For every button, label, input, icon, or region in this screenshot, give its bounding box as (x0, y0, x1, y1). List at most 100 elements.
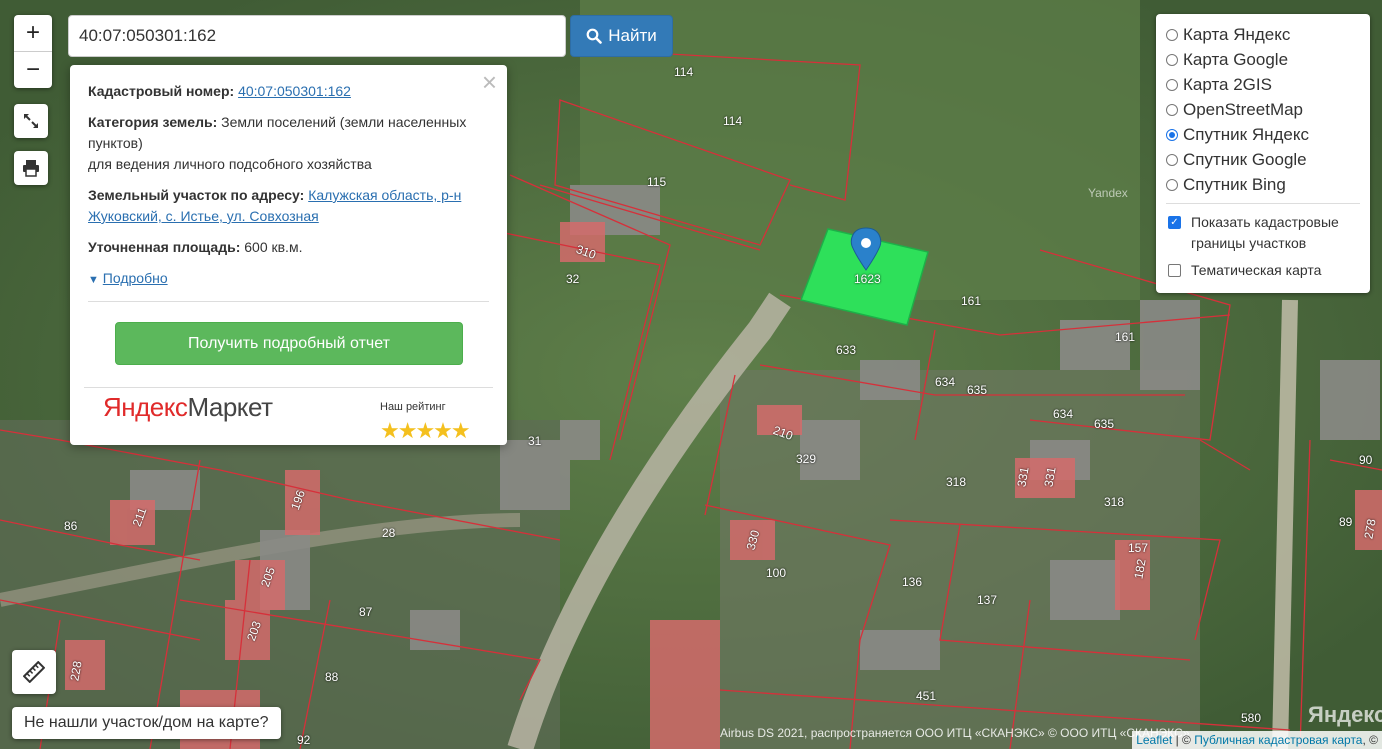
radio-icon[interactable] (1166, 103, 1178, 116)
parcel-label: 89 (1339, 515, 1353, 529)
fullscreen-button[interactable] (14, 104, 48, 138)
base-layer-label: Спутник Google (1183, 149, 1307, 169)
base-layer-option[interactable]: Спутник Google (1166, 147, 1360, 172)
parcel-label: 31 (528, 434, 542, 448)
parcel-label: 115 (647, 175, 667, 189)
parcel-label: 318 (946, 475, 967, 489)
attribution-tail: , © (1362, 733, 1378, 747)
base-layer-option[interactable]: Спутник Bing (1166, 172, 1360, 197)
parcel-label: 161 (1115, 330, 1136, 344)
radio-icon[interactable] (1166, 28, 1178, 41)
details-toggle[interactable]: ▼ Подробно (88, 268, 489, 291)
search-icon (586, 28, 603, 44)
parcel-label: 318 (1104, 495, 1125, 509)
attribution: Leaflet | © Публичная кадастровая карта,… (1132, 731, 1382, 749)
base-layer-option[interactable]: Карта Google (1166, 47, 1360, 72)
search-button-label: Найти (608, 26, 657, 45)
parcel-label: 92 (297, 733, 311, 747)
cadastral-number-row: Кадастровый номер: 40:07:050301:162 (88, 81, 489, 102)
base-layer-label: OpenStreetMap (1183, 99, 1304, 119)
checkbox-icon[interactable] (1168, 264, 1181, 277)
base-layer-label: Карта Google (1183, 49, 1289, 69)
base-layer-option[interactable]: Карта 2GIS (1166, 72, 1360, 97)
parcel-label: 634 (1053, 407, 1074, 421)
measure-button[interactable] (12, 650, 56, 694)
search-input[interactable] (68, 15, 566, 57)
parcel-label: 1623 (854, 272, 881, 286)
address-label: Земельный участок по адресу: (88, 187, 305, 203)
yandex-market-logo-a: Яндекс (103, 392, 188, 422)
overlay-option[interactable]: Тематическая карта (1166, 260, 1360, 281)
close-icon[interactable]: × (482, 69, 497, 95)
base-layer-label: Спутник Яндекс (1183, 124, 1309, 144)
cadastre-map-link[interactable]: Публичная кадастровая карта (1194, 733, 1362, 747)
search-button[interactable]: Найти (570, 15, 673, 57)
imagery-credit: Airbus DS 2021, распространяется ООО ИТЦ… (720, 726, 1190, 740)
parcel-label: 87 (359, 605, 373, 619)
parcel-label: 635 (967, 383, 988, 397)
radio-icon[interactable] (1166, 153, 1178, 166)
parcel-label: 580 (1241, 711, 1262, 725)
parcel-label: 137 (977, 593, 998, 607)
parcel-label: 451 (916, 689, 937, 703)
parcel-label: 136 (902, 575, 923, 589)
address-row: Земельный участок по адресу: Калужская о… (88, 185, 489, 227)
radio-icon[interactable] (1166, 53, 1178, 66)
land-use-value: для ведения личного подсобного хозяйства (88, 156, 372, 172)
parcel-label: 634 (935, 375, 956, 389)
zoom-in-button[interactable]: + (14, 15, 52, 51)
zoom-control: + − (14, 15, 52, 88)
fullscreen-icon (24, 114, 38, 128)
printer-icon (23, 160, 39, 177)
checkbox-icon[interactable]: ✓ (1168, 216, 1181, 229)
overlay-list: ✓ Показать кадастровые границы участков Те… (1166, 212, 1360, 281)
details-link[interactable]: Подробно (103, 270, 168, 286)
parcel-label: 114 (674, 65, 694, 79)
parcel-label: 329 (796, 452, 817, 466)
layer-control: Карта Яндекс Карта Google Карта 2GIS OpenSt… (1156, 14, 1370, 293)
rating-stars-icon: ★★★★★ (380, 418, 471, 443)
caret-down-icon: ▼ (88, 274, 99, 286)
base-layer-label: Карта Яндекс (1183, 24, 1291, 44)
parcel-label: 88 (325, 670, 339, 684)
overlay-label: Показать кадастровые границы участков (1191, 214, 1339, 251)
parcel-label: 635 (1094, 417, 1115, 431)
parcel-label: 161 (961, 294, 982, 308)
land-category-label: Категория земель: (88, 114, 218, 130)
cadastral-number-link[interactable]: 40:07:050301:162 (238, 83, 351, 99)
base-layer-option[interactable]: OpenStreetMap (1166, 97, 1360, 122)
base-layer-list: Карта Яндекс Карта Google Карта 2GIS OpenSt… (1166, 22, 1360, 197)
parcel-label: 28 (382, 526, 396, 540)
radio-icon[interactable] (1166, 128, 1178, 141)
land-category-row: Категория земель: Земли поселений (земли… (88, 112, 489, 175)
leaflet-link[interactable]: Leaflet (1136, 733, 1172, 747)
base-layer-option[interactable]: Спутник Яндекс (1166, 122, 1360, 147)
parcel-label: 157 (1128, 541, 1149, 555)
overlay-option[interactable]: ✓ Показать кадастровые границы участков (1166, 212, 1360, 254)
rating-block[interactable]: Наш рейтинг ★★★★★ (380, 397, 471, 443)
yandex-small-watermark: Yandex (1088, 186, 1128, 200)
area-value: 600 кв.м. (244, 239, 303, 255)
parcel-label: 633 (836, 343, 857, 357)
parcel-info-popup: × Кадастровый номер: 40:07:050301:162 Ка… (70, 65, 507, 445)
attribution-sep: | © (1172, 733, 1195, 747)
parcel-label: 114 (723, 114, 743, 128)
print-button[interactable] (14, 151, 48, 185)
yandex-market-logo-b: Маркет (187, 392, 273, 422)
radio-icon[interactable] (1166, 178, 1178, 191)
parcel-label: 90 (1359, 453, 1373, 467)
area-label: Уточненная площадь: (88, 239, 241, 255)
zoom-out-button[interactable]: − (14, 51, 52, 88)
cadastral-number-label: Кадастровый номер: (88, 83, 235, 99)
base-layer-option[interactable]: Карта Яндекс (1166, 22, 1360, 47)
yandex-market-logo[interactable]: ЯндексМаркет (103, 394, 273, 420)
not-found-button[interactable]: Не нашли участок/дом на карте? (12, 707, 281, 739)
area-row: Уточненная площадь: 600 кв.м. (88, 237, 489, 258)
base-layer-label: Спутник Bing (1183, 174, 1286, 194)
base-layer-label: Карта 2GIS (1183, 74, 1272, 94)
radio-icon[interactable] (1166, 78, 1178, 91)
get-report-button[interactable]: Получить подробный отчет (115, 322, 463, 365)
yandex-watermark: Яндекс (1308, 702, 1382, 727)
ruler-icon (23, 661, 45, 683)
parcel-label: 86 (64, 519, 78, 533)
